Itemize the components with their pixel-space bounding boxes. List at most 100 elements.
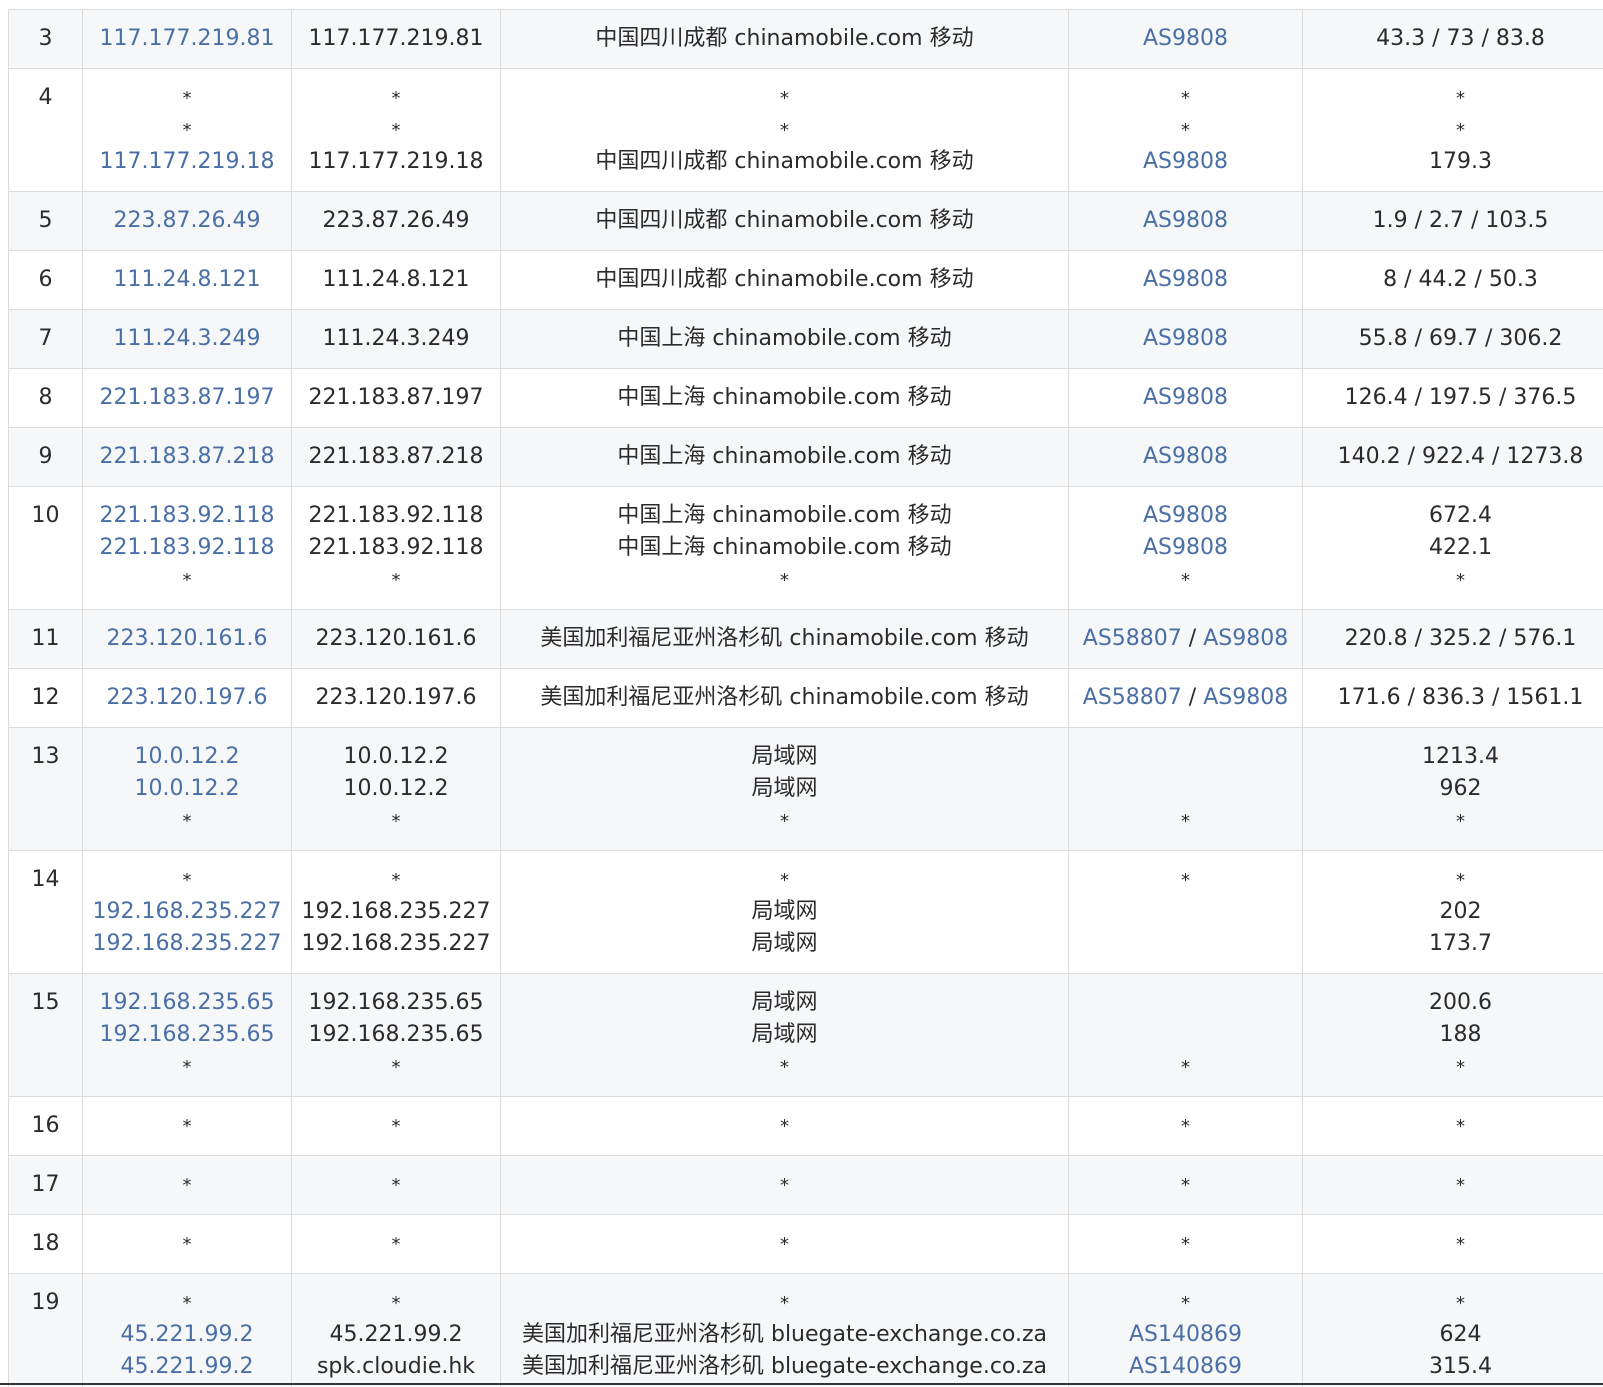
ip-link[interactable]: 223.120.161.6 [107, 626, 268, 651]
ip-link[interactable]: 221.183.87.197 [100, 385, 275, 410]
timeout-star: * [1181, 1057, 1190, 1078]
location-cell: * 美国加利福尼亚州洛杉矶 bluegate-exchange.co.za 美国加利… [500, 1273, 1069, 1387]
asn-link[interactable]: AS9808 [1143, 208, 1228, 233]
timeout-star: * [391, 1175, 401, 1196]
cell-line: 192.168.235.65 [292, 987, 500, 1019]
host-wrap: 221.183.87.197 [292, 369, 500, 427]
ip-link[interactable]: 192.168.235.227 [93, 899, 282, 924]
hop-number: 13 [31, 744, 60, 769]
host-text: 192.168.235.227 [301, 931, 491, 956]
asn-wrap: AS9808 AS9808 * [1069, 487, 1302, 609]
asn-link[interactable]: AS58807 [1083, 685, 1182, 710]
ip-link[interactable]: 221.183.92.118 [100, 535, 275, 560]
asn-link[interactable]: AS9808 [1143, 385, 1228, 410]
ip-wrap: 223.87.26.49 [83, 192, 291, 250]
asn-wrap: AS9808 [1069, 251, 1302, 309]
ip-link[interactable]: 10.0.12.2 [135, 744, 240, 769]
cell-line: 111.24.8.121 [292, 264, 500, 296]
ip-link[interactable]: 45.221.99.2 [121, 1322, 254, 1347]
ip-link[interactable]: 221.183.92.118 [100, 503, 275, 528]
table-row: 16 * * * * * [8, 1096, 1603, 1156]
hop-wrap: 15 [9, 974, 82, 1096]
latency-wrap: * [1303, 1156, 1603, 1214]
location-cell: * * 中国四川成都 chinamobile.com 移动 [500, 68, 1069, 192]
latency-text: 962 [1439, 776, 1482, 801]
ip-wrap: 10.0.12.2 10.0.12.2 * [83, 728, 291, 850]
asn-link[interactable]: AS9808 [1203, 685, 1288, 710]
cell-line: * [1069, 1228, 1302, 1260]
asn-link[interactable]: AS9808 [1143, 149, 1228, 174]
timeout-star: * [1181, 1175, 1190, 1196]
ip-wrap: 221.183.87.197 [83, 369, 291, 427]
asn-link[interactable]: AS9808 [1143, 444, 1228, 469]
location-text: 中国上海 chinamobile.com 移动 [617, 444, 952, 469]
cell-line: 10.0.12.2 [83, 773, 291, 805]
host-text: 221.183.87.197 [308, 385, 484, 410]
cell-line: * [292, 1287, 500, 1319]
latency-cell: 1213.4 962 * [1302, 727, 1603, 851]
ip-link[interactable]: 117.177.219.18 [100, 149, 275, 174]
cell-line: 202 [1303, 896, 1603, 928]
cell-line: 422.1 [1303, 532, 1603, 564]
cell-line: 美国加利福尼亚州洛杉矶 chinamobile.com 移动 [501, 682, 1068, 714]
ip-cell: * * 117.177.219.18 [82, 68, 292, 192]
host-wrap: 221.183.92.118 221.183.92.118 * [292, 487, 500, 609]
ip-link[interactable]: 192.168.235.65 [100, 990, 275, 1015]
asn-links[interactable]: AS58807 / AS9808 [1083, 626, 1288, 651]
cell-line: 221.183.92.118 [83, 500, 291, 532]
asn-links[interactable]: AS58807 / AS9808 [1083, 685, 1288, 710]
asn-separator: / [1181, 685, 1204, 710]
timeout-star: * [391, 811, 401, 832]
asn-separator: / [1181, 626, 1204, 651]
timeout-star: * [391, 870, 401, 891]
cell-line: 117.177.219.18 [292, 146, 500, 178]
asn-link[interactable]: AS140869 [1129, 1322, 1242, 1347]
ip-link[interactable]: 223.120.197.6 [107, 685, 268, 710]
location-cell: * 局域网 局域网 [500, 850, 1069, 974]
hop-cell: 14 [8, 850, 83, 974]
ip-cell: 221.183.87.197 [82, 368, 292, 428]
ip-link[interactable]: 223.87.26.49 [114, 208, 261, 233]
ip-link[interactable]: 111.24.3.249 [114, 326, 261, 351]
ip-link[interactable]: 10.0.12.2 [135, 776, 240, 801]
hop-wrap: 10 [9, 487, 82, 609]
cell-line: * [1069, 82, 1302, 114]
timeout-star: * [182, 570, 192, 591]
asn-link[interactable]: AS9808 [1143, 535, 1228, 560]
asn-link[interactable]: AS9808 [1143, 326, 1228, 351]
asn-link[interactable]: AS140869 [1129, 1354, 1242, 1379]
timeout-star: * [391, 1057, 401, 1078]
ip-link[interactable]: 117.177.219.81 [100, 26, 275, 51]
asn-link[interactable]: AS9808 [1143, 503, 1228, 528]
ip-link[interactable]: 221.183.87.218 [100, 444, 275, 469]
location-wrap: 中国上海 chinamobile.com 移动 [501, 369, 1068, 427]
cell-line: 中国四川成都 chinamobile.com 移动 [501, 205, 1068, 237]
hop-cell: 9 [8, 427, 83, 487]
location-text: 中国上海 chinamobile.com 移动 [617, 385, 952, 410]
hop-number: 11 [31, 626, 60, 651]
timeout-star: * [1456, 1057, 1465, 1078]
empty-line [1069, 741, 1302, 773]
asn-link[interactable]: AS58807 [1083, 626, 1182, 651]
location-text: 局域网 [751, 1022, 818, 1047]
hop-cell: 7 [8, 309, 83, 369]
ip-link[interactable]: 192.168.235.227 [93, 931, 282, 956]
latency-text: 1213.4 [1422, 744, 1499, 769]
asn-link[interactable]: AS9808 [1143, 26, 1228, 51]
cell-line: 223.120.197.6 [83, 682, 291, 714]
ip-wrap: * [83, 1097, 291, 1155]
hop-cell: 3 [8, 9, 83, 69]
asn-link[interactable]: AS9808 [1203, 626, 1288, 651]
asn-link[interactable]: AS9808 [1143, 267, 1228, 292]
hop-cell: 18 [8, 1214, 83, 1274]
latency-cell: * [1302, 1096, 1603, 1156]
hop-wrap: 6 [9, 251, 82, 309]
location-cell: 中国上海 chinamobile.com 移动 [500, 427, 1069, 487]
ip-link[interactable]: 192.168.235.65 [100, 1022, 275, 1047]
table-row: 15 192.168.235.65 192.168.235.65 * 192.168.2… [8, 973, 1603, 1097]
ip-wrap: * [83, 1156, 291, 1214]
ip-cell: * 192.168.235.227 192.168.235.227 [82, 850, 292, 974]
ip-link[interactable]: 45.221.99.2 [121, 1354, 254, 1379]
location-text: 中国上海 chinamobile.com 移动 [617, 503, 952, 528]
ip-link[interactable]: 111.24.8.121 [114, 267, 261, 292]
